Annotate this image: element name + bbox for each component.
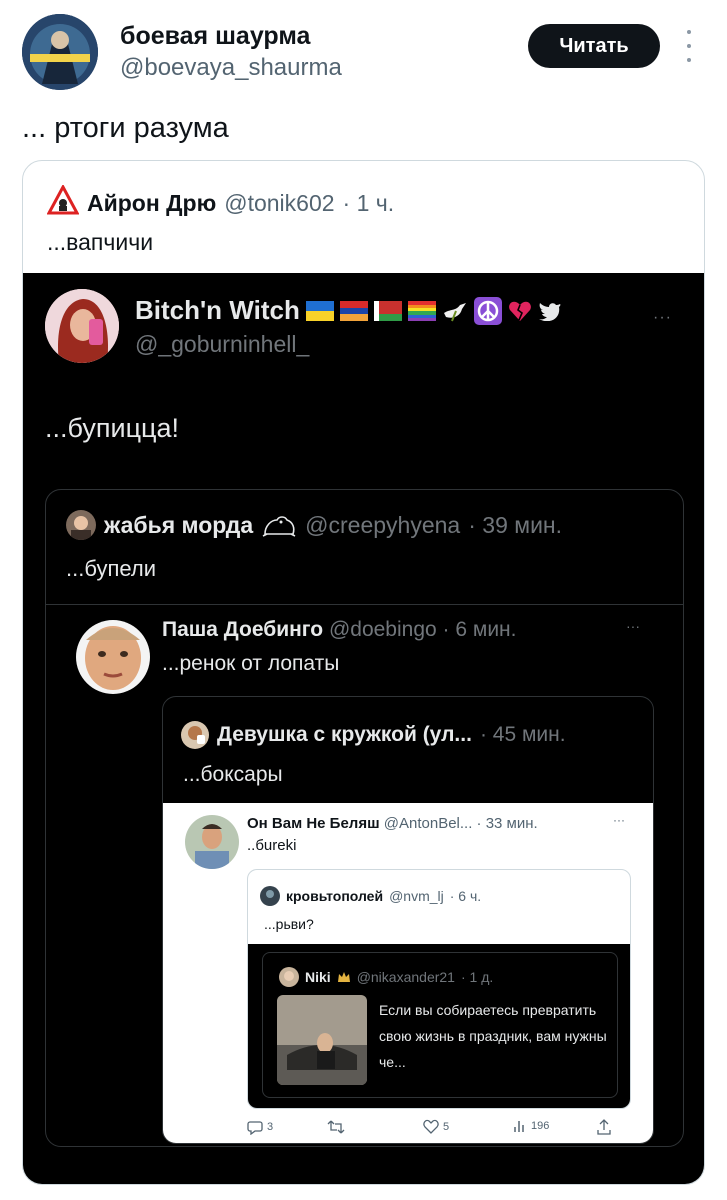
nested-time: · 6 ч. (449, 888, 482, 904)
screenshot-author-handle: @_goburninhell_ (135, 331, 310, 357)
nested-quote-header: Девушка с кружкой (ул... · 45 мин. (181, 721, 566, 749)
frog-icon (262, 516, 296, 537)
like-count: 5 (443, 1120, 450, 1133)
reply-icon (247, 1121, 263, 1135)
divider (46, 604, 683, 605)
nested-author-name: жабья морда (104, 511, 254, 538)
more-options-icon[interactable] (682, 30, 696, 62)
nested-quote-header: Niki @nikaxander21 · 1 д. (279, 967, 493, 987)
nested-quote-header: кровьтополей @nvm_lj · 6 ч. (260, 886, 481, 906)
light-time: · 33 мин. (476, 815, 538, 832)
screenshot-tweet-text: ...бупицца! (45, 413, 180, 443)
avatar[interactable] (22, 14, 98, 90)
light-author: Он Вам Не Беляш @AntonBel... · 33 мин. (247, 815, 538, 832)
post-photo (277, 995, 367, 1085)
views-count: 196 (531, 1120, 550, 1132)
quoted-tweet-header: Айрон Дрю @tonik602 · 1 ч. (46, 183, 395, 221)
reply-author-name: Паша Доебинго (162, 618, 324, 641)
nested-quote: Девушка с кружкой (ул... · 45 мин. ...бо… (162, 696, 654, 1144)
belarus-flag-icon (373, 300, 402, 321)
reply-author-handle: @doebingo (328, 618, 437, 641)
dark-screenshot: Niki @nikaxander21 · 1 д. Если вы собира… (248, 944, 630, 1108)
nested-author-handle: @creepyhyena (305, 511, 461, 538)
nested-time: · 1 д. (460, 969, 494, 985)
action-bar: 3 5 196 (247, 1119, 631, 1139)
ukraine-flag-icon (305, 300, 334, 321)
nested-quote-text: ...бупели (66, 556, 156, 581)
author-name[interactable]: боевая шаурма (120, 22, 310, 51)
nested-author-handle: @nikaxander21 (356, 969, 455, 985)
quoted-tweet[interactable]: Айрон Дрю @tonik602 · 1 ч. ...вапчичи Bi… (22, 160, 705, 1185)
crown-icon (337, 972, 350, 982)
peace-sign-icon (473, 296, 502, 325)
nested-time: · 45 мин. (479, 723, 566, 746)
avatar (279, 967, 299, 987)
light-author-handle: @AntonBel... (383, 815, 473, 832)
more-options-icon: ··· (653, 309, 672, 326)
nested-quote-text: ...боксары (183, 763, 283, 786)
avatar (66, 510, 96, 540)
armenia-flag-icon (339, 300, 368, 321)
author-handle[interactable]: @boevaya_shaurma (120, 54, 342, 82)
like-icon (423, 1119, 439, 1134)
screenshot-author-name: Bitch'n Witch (135, 295, 562, 326)
nested-author-name: Niki (305, 969, 331, 985)
reply-count: 3 (267, 1121, 274, 1133)
share-action (597, 1119, 611, 1135)
reply-action: 3 (247, 1119, 273, 1135)
quoted-author-name[interactable]: Айрон Дрю (87, 190, 216, 217)
retweet-icon (327, 1120, 345, 1134)
avatar (45, 289, 119, 363)
nested-author-name: кровьтополей (286, 888, 384, 904)
nested-author-name: Девушка с кружкой (ул... (217, 723, 472, 746)
nested-author-handle: @nvm_lj (389, 888, 444, 904)
tweet-text: ... ртоги разума (22, 112, 229, 144)
quoted-tweet-text: ...вапчичи (47, 229, 154, 255)
dove-icon (443, 302, 466, 321)
reply-text: ...ренок от лопаты (162, 652, 340, 675)
more-options-icon: ··· (626, 618, 640, 634)
rainbow-flag-icon (407, 300, 436, 321)
views-action: 196 (513, 1119, 549, 1133)
quoted-author-handle[interactable]: @tonik602 (224, 190, 334, 217)
retweet-action (327, 1119, 345, 1135)
follow-button[interactable]: Читать (528, 24, 660, 68)
nested-quote: жабья морда @creepyhyena · 39 мин. ...бу… (45, 489, 684, 1147)
nested-quote-text: Если вы собираетесь превратить свою жизн… (379, 1002, 607, 1070)
avatar (185, 815, 239, 869)
like-action: 5 (423, 1119, 449, 1134)
nested-quote-text: ...рьви? (264, 916, 314, 932)
light-author-name: Он Вам Не Беляш (247, 815, 380, 832)
nested-quote: Niki @nikaxander21 · 1 д. Если вы собира… (262, 952, 618, 1098)
light-tweet-text: ..бureki (247, 837, 297, 854)
avatar (260, 886, 280, 906)
light-screenshot: Он Вам Не Беляш @AntonBel... · 33 мин. ·… (163, 803, 653, 1143)
reply-time: · 6 мин. (442, 618, 517, 641)
broken-heart-icon (508, 301, 531, 321)
quoted-time: · 1 ч. (342, 189, 395, 216)
screenshot-author-name-text: Bitch'n Witch (135, 295, 300, 325)
avatar (181, 721, 209, 749)
screenshot-image: Bitch'n Witch @_goburninhell_ ··· ...буп… (23, 273, 704, 1184)
share-icon (597, 1119, 611, 1135)
more-options-icon: ··· (613, 813, 625, 827)
reply-author: Паша Доебинго @doebingo · 6 мин. (162, 618, 517, 642)
avatar (76, 620, 150, 694)
nested-quote-header: жабья морда @creepyhyena · 39 мин. (66, 510, 562, 540)
warning-sign-avatar-icon (46, 183, 80, 221)
bird-icon (538, 302, 561, 321)
views-icon (514, 1121, 524, 1132)
nested-time: · 39 мин. (468, 511, 563, 538)
nested-quote: кровьтополей @nvm_lj · 6 ч. ...рьви? Nik… (247, 869, 631, 1109)
